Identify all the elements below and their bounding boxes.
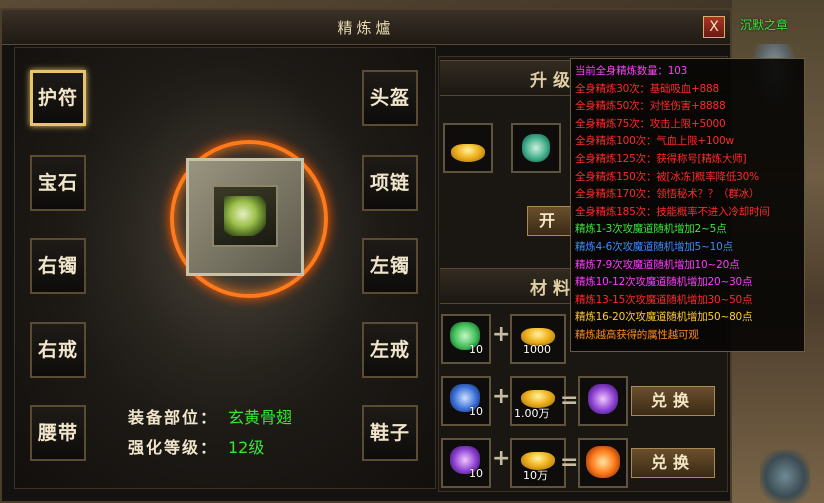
tooltip-line: 全身精炼30次：基础吸血+888 bbox=[575, 82, 719, 95]
slot-amulet[interactable]: 护符 bbox=[30, 70, 86, 126]
exchange-button-2[interactable]: 兑换 bbox=[631, 386, 715, 416]
close-button[interactable]: X bbox=[703, 16, 725, 38]
material-gold-count-2: 1.00万 bbox=[514, 407, 550, 420]
tooltip-line: 精炼越高获得的属性越可观 bbox=[575, 328, 699, 341]
plus-sign: + bbox=[492, 322, 511, 347]
slot-left-ring[interactable]: 左戒 bbox=[362, 322, 418, 378]
slot-gem[interactable]: 宝石 bbox=[30, 155, 86, 211]
tooltip-line: 全身精炼100次：气血上限+100w bbox=[575, 135, 734, 148]
slot-right-bracelet[interactable]: 右镯 bbox=[30, 238, 86, 294]
part-label: 装备部位： bbox=[128, 408, 219, 427]
material-gem-count-2: 10 bbox=[469, 405, 483, 418]
tooltip-line: 全身精炼170次：领悟秘术？？（群冰） bbox=[575, 188, 760, 201]
npc-name-label[interactable]: 沉默之章 bbox=[740, 16, 788, 33]
tooltip-line: 全身精炼50次：对怪伤害+8888 bbox=[575, 100, 726, 113]
player-character bbox=[760, 450, 810, 503]
fire-gem-icon bbox=[586, 446, 620, 478]
title-bar[interactable]: 精炼爐 X bbox=[2, 10, 730, 45]
tooltip-line: 全身精炼185次：技能概率不进入冷却时间 bbox=[575, 205, 770, 218]
tooltip-line: 当前全身精炼数量：103 bbox=[575, 65, 688, 77]
level-label: 强化等级： bbox=[128, 438, 219, 457]
slot-right-ring[interactable]: 右戒 bbox=[30, 322, 86, 378]
slot-helmet[interactable]: 头盔 bbox=[362, 70, 418, 126]
material-gem-count-3: 10 bbox=[469, 467, 483, 480]
slot-shoes[interactable]: 鞋子 bbox=[362, 405, 418, 461]
tooltip-line: 精炼1-3次攻魔道随机增加2~5点 bbox=[575, 223, 727, 236]
tooltip-line: 全身精炼125次：获得称号[精炼大师] bbox=[575, 152, 747, 165]
tooltip-line: 精炼10-12次攻魔道随机增加20~30点 bbox=[575, 276, 753, 289]
tooltip-line: 全身精炼150次：被[冰冻]概率降低30% bbox=[575, 170, 759, 183]
tooltip-line: 精炼13-15次攻魔道随机增加30~50点 bbox=[575, 293, 753, 306]
level-value: 12级 bbox=[228, 438, 265, 457]
tooltip-line: 精炼7-9次攻魔道随机增加10~20点 bbox=[575, 258, 740, 271]
refine-bonus-tooltip: 当前全身精炼数量：103 全身精炼30次：基础吸血+888 全身精炼50次：对怪… bbox=[570, 58, 805, 352]
material-gold-count-3: 10万 bbox=[523, 469, 548, 482]
start-refine-button[interactable]: 开 bbox=[527, 206, 573, 236]
slot-necklace[interactable]: 项链 bbox=[362, 155, 418, 211]
slot-left-bracelet[interactable]: 左镯 bbox=[362, 238, 418, 294]
purple-gem-icon bbox=[588, 384, 618, 414]
tooltip-line: 全身精炼75次：攻击上限+5000 bbox=[575, 117, 726, 130]
tooltip-line: 精炼16-20次攻魔道随机增加50~80点 bbox=[575, 311, 753, 324]
window-title: 精炼爐 bbox=[337, 19, 395, 37]
equals-sign: = bbox=[560, 388, 579, 413]
equals-sign: = bbox=[560, 450, 579, 475]
bone-wing-icon bbox=[224, 196, 266, 236]
plus-sign: + bbox=[492, 384, 511, 409]
exchange-button-3[interactable]: 兑换 bbox=[631, 448, 715, 478]
tooltip-line: 精炼4-6次攻魔道随机增加5~10点 bbox=[575, 240, 733, 253]
plus-sign: + bbox=[492, 446, 511, 471]
slot-belt[interactable]: 腰带 bbox=[30, 405, 86, 461]
material-gem-count-1: 10 bbox=[469, 343, 483, 356]
material-gold-count-1: 1000 bbox=[523, 343, 551, 356]
gold-ingot-icon bbox=[451, 144, 485, 162]
part-value: 玄黄骨翅 bbox=[228, 408, 293, 427]
jade-gem-icon bbox=[522, 134, 550, 162]
